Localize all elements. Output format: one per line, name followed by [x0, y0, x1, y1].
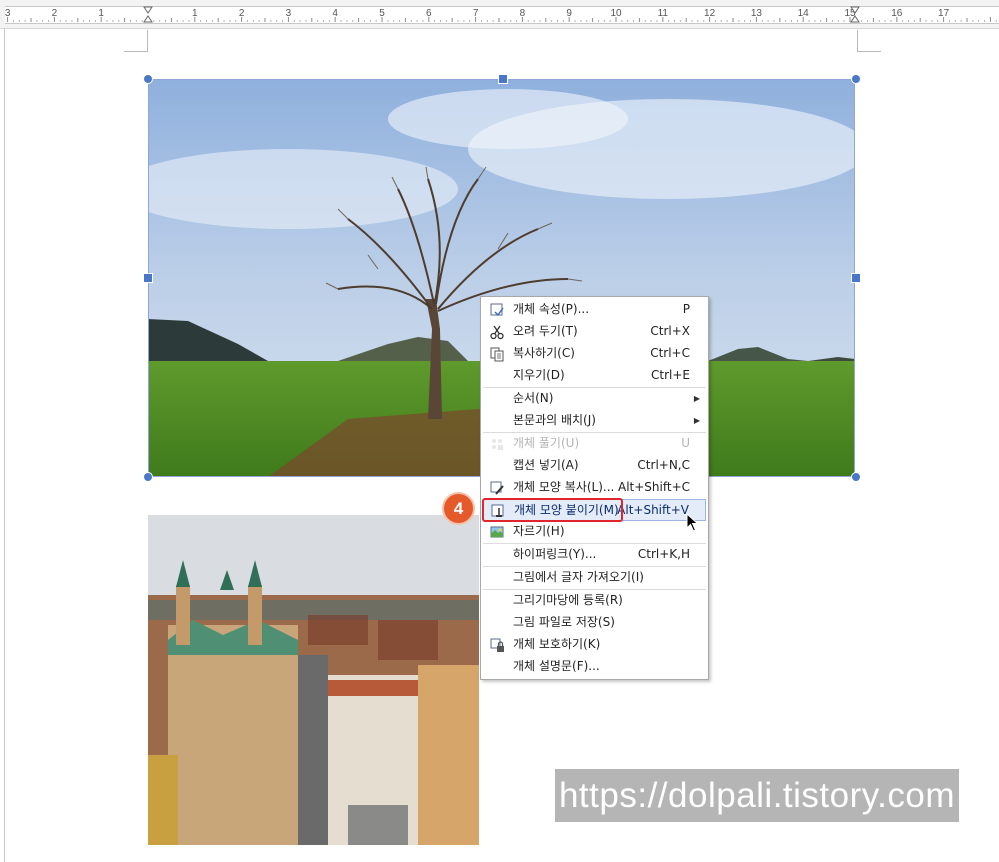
prague-city-image[interactable] [148, 515, 479, 845]
resize-handle-bottom-right[interactable] [851, 472, 861, 482]
menu-item-20[interactable]: 개체 보호하기(K) [483, 634, 706, 656]
ruler-label: 2 [239, 8, 245, 19]
context-menu: 개체 속성(P)... P 오려 두기(T) Ctrl+X 복사하기(C) Ctrl+C 지… [480, 296, 709, 680]
menu-item-label: 순서(N) [513, 391, 554, 405]
ruler-label: 12 [704, 8, 716, 19]
menu-item-label: 개체 모양 붙이기(M) [514, 503, 619, 517]
menu-item-3[interactable]: 지우기(D) Ctrl+E [483, 365, 706, 387]
horizontal-ruler[interactable]: 3 2 1 1 2 3 4 5 6 7 8 9 10 11 12 13 14 15 16 17 [0, 0, 999, 29]
menu-item-9[interactable]: 캡션 넣기(A) Ctrl+N,C [483, 455, 706, 477]
menu-item-6[interactable]: 본문과의 배치(J) ▶ [483, 410, 706, 432]
menu-item-label: 지우기(D) [513, 368, 565, 382]
copy-icon [489, 346, 505, 362]
menu-item-10[interactable]: 개체 모양 복사(L)... Alt+Shift+C [483, 477, 706, 499]
menu-item-label: 하이퍼링크(Y)... [513, 547, 597, 561]
menu-item-label: 개체 설명문(F)... [513, 659, 600, 673]
menu-item-18[interactable]: 그리기마당에 등록(R) [483, 590, 706, 612]
menu-item-1[interactable]: 오려 두기(T) Ctrl+X [483, 321, 706, 343]
ruler-label: 10 [610, 8, 622, 19]
menu-item-shortcut: P [682, 302, 690, 316]
object-properties-icon [489, 302, 505, 318]
ruler-label: 16 [891, 8, 903, 19]
margin-mark-top-right-h [857, 51, 881, 52]
ruler-label: 3 [286, 8, 292, 19]
page-left-edge [4, 28, 5, 862]
ruler-label: 4 [332, 8, 338, 19]
menu-item-label: 그림에서 글자 가져오기(I) [513, 570, 644, 584]
step-badge: 4 [442, 492, 475, 525]
ruler-label: 1 [192, 8, 198, 19]
menu-item-label: 개체 모양 복사(L)... [513, 480, 615, 494]
menu-item-shortcut: Ctrl+N,C [637, 458, 690, 472]
ruler-label: 6 [426, 8, 432, 19]
ruler-label: 17 [938, 8, 950, 19]
menu-item-shortcut: Ctrl+C [650, 346, 690, 360]
menu-item-16[interactable]: 그림에서 글자 가져오기(I) [483, 567, 706, 589]
submenu-arrow-icon: ▶ [693, 394, 700, 403]
submenu-arrow-icon: ▶ [693, 416, 700, 425]
resize-handle-middle-right[interactable] [851, 273, 861, 283]
resize-handle-top-left[interactable] [143, 74, 153, 84]
menu-item-label: 그리기마당에 등록(R) [513, 593, 623, 607]
ruler-label: 13 [751, 8, 763, 19]
margin-mark-top-left-h [124, 51, 148, 52]
menu-item-8: 개체 풀기(U) U [483, 433, 706, 455]
menu-item-shortcut: Ctrl+E [651, 368, 690, 382]
resize-handle-top-right[interactable] [851, 74, 861, 84]
ruler-label: 7 [473, 8, 479, 19]
menu-item-shortcut: Ctrl+K,H [637, 547, 690, 561]
ruler-label: 8 [520, 8, 526, 19]
ruler-label: 2 [52, 8, 58, 19]
menu-item-label: 그림 파일로 저장(S) [513, 615, 615, 629]
menu-item-2[interactable]: 복사하기(C) Ctrl+C [483, 343, 706, 365]
ruler-label: 9 [566, 8, 572, 19]
menu-item-label: 개체 속성(P)... [513, 302, 590, 316]
paste-format-icon [490, 503, 506, 519]
ruler-label: 3 [5, 8, 11, 19]
menu-item-shortcut: U [681, 436, 690, 450]
menu-item-21[interactable]: 개체 설명문(F)... [483, 656, 706, 678]
ruler-ticks: 3 2 1 1 2 3 4 5 6 7 8 9 10 11 12 13 14 15 16 17 [5, 6, 997, 23]
copy-format-icon [489, 480, 505, 496]
menu-item-14[interactable]: 하이퍼링크(Y)... Ctrl+K,H [483, 544, 706, 566]
watermark: https://dolpali.tistory.com [555, 769, 959, 822]
menu-item-0[interactable]: 개체 속성(P)... P [483, 299, 706, 321]
menu-item-shortcut: Alt+Shift+V [617, 503, 689, 517]
menu-item-label: 본문과의 배치(J) [513, 413, 596, 427]
ungroup-icon [489, 436, 505, 452]
resize-handle-top-center[interactable] [498, 74, 508, 84]
menu-item-label: 복사하기(C) [513, 346, 575, 360]
margin-mark-top-right [857, 30, 858, 51]
scissors-icon [489, 324, 505, 340]
ruler-label: 14 [798, 8, 810, 19]
left-indent-marker [143, 6, 153, 14]
mouse-cursor-icon [686, 512, 700, 537]
menu-item-label: 오려 두기(T) [513, 324, 578, 338]
resize-handle-bottom-left[interactable] [143, 472, 153, 482]
crop-icon [489, 524, 505, 540]
hanging-indent-marker [143, 15, 153, 23]
menu-item-label: 개체 풀기(U) [513, 436, 580, 450]
menu-item-11[interactable]: 개체 모양 붙이기(M) Alt+Shift+V [483, 499, 706, 521]
menu-item-label: 자르기(H) [513, 524, 565, 538]
menu-item-label: 캡션 넣기(A) [513, 458, 579, 472]
menu-item-12[interactable]: 자르기(H) [483, 521, 706, 543]
menu-item-5[interactable]: 순서(N) ▶ [483, 388, 706, 410]
menu-item-shortcut: Alt+Shift+C [617, 480, 690, 494]
menu-item-19[interactable]: 그림 파일로 저장(S) [483, 612, 706, 634]
margin-mark-top-left [147, 30, 148, 51]
menu-item-label: 개체 보호하기(K) [513, 637, 601, 651]
ruler-label: 5 [379, 8, 385, 19]
ruler-label: 11 [658, 8, 669, 19]
resize-handle-middle-left[interactable] [143, 273, 153, 283]
lock-icon [489, 637, 505, 653]
ruler-label: 1 [98, 8, 104, 19]
menu-item-shortcut: Ctrl+X [650, 324, 690, 338]
